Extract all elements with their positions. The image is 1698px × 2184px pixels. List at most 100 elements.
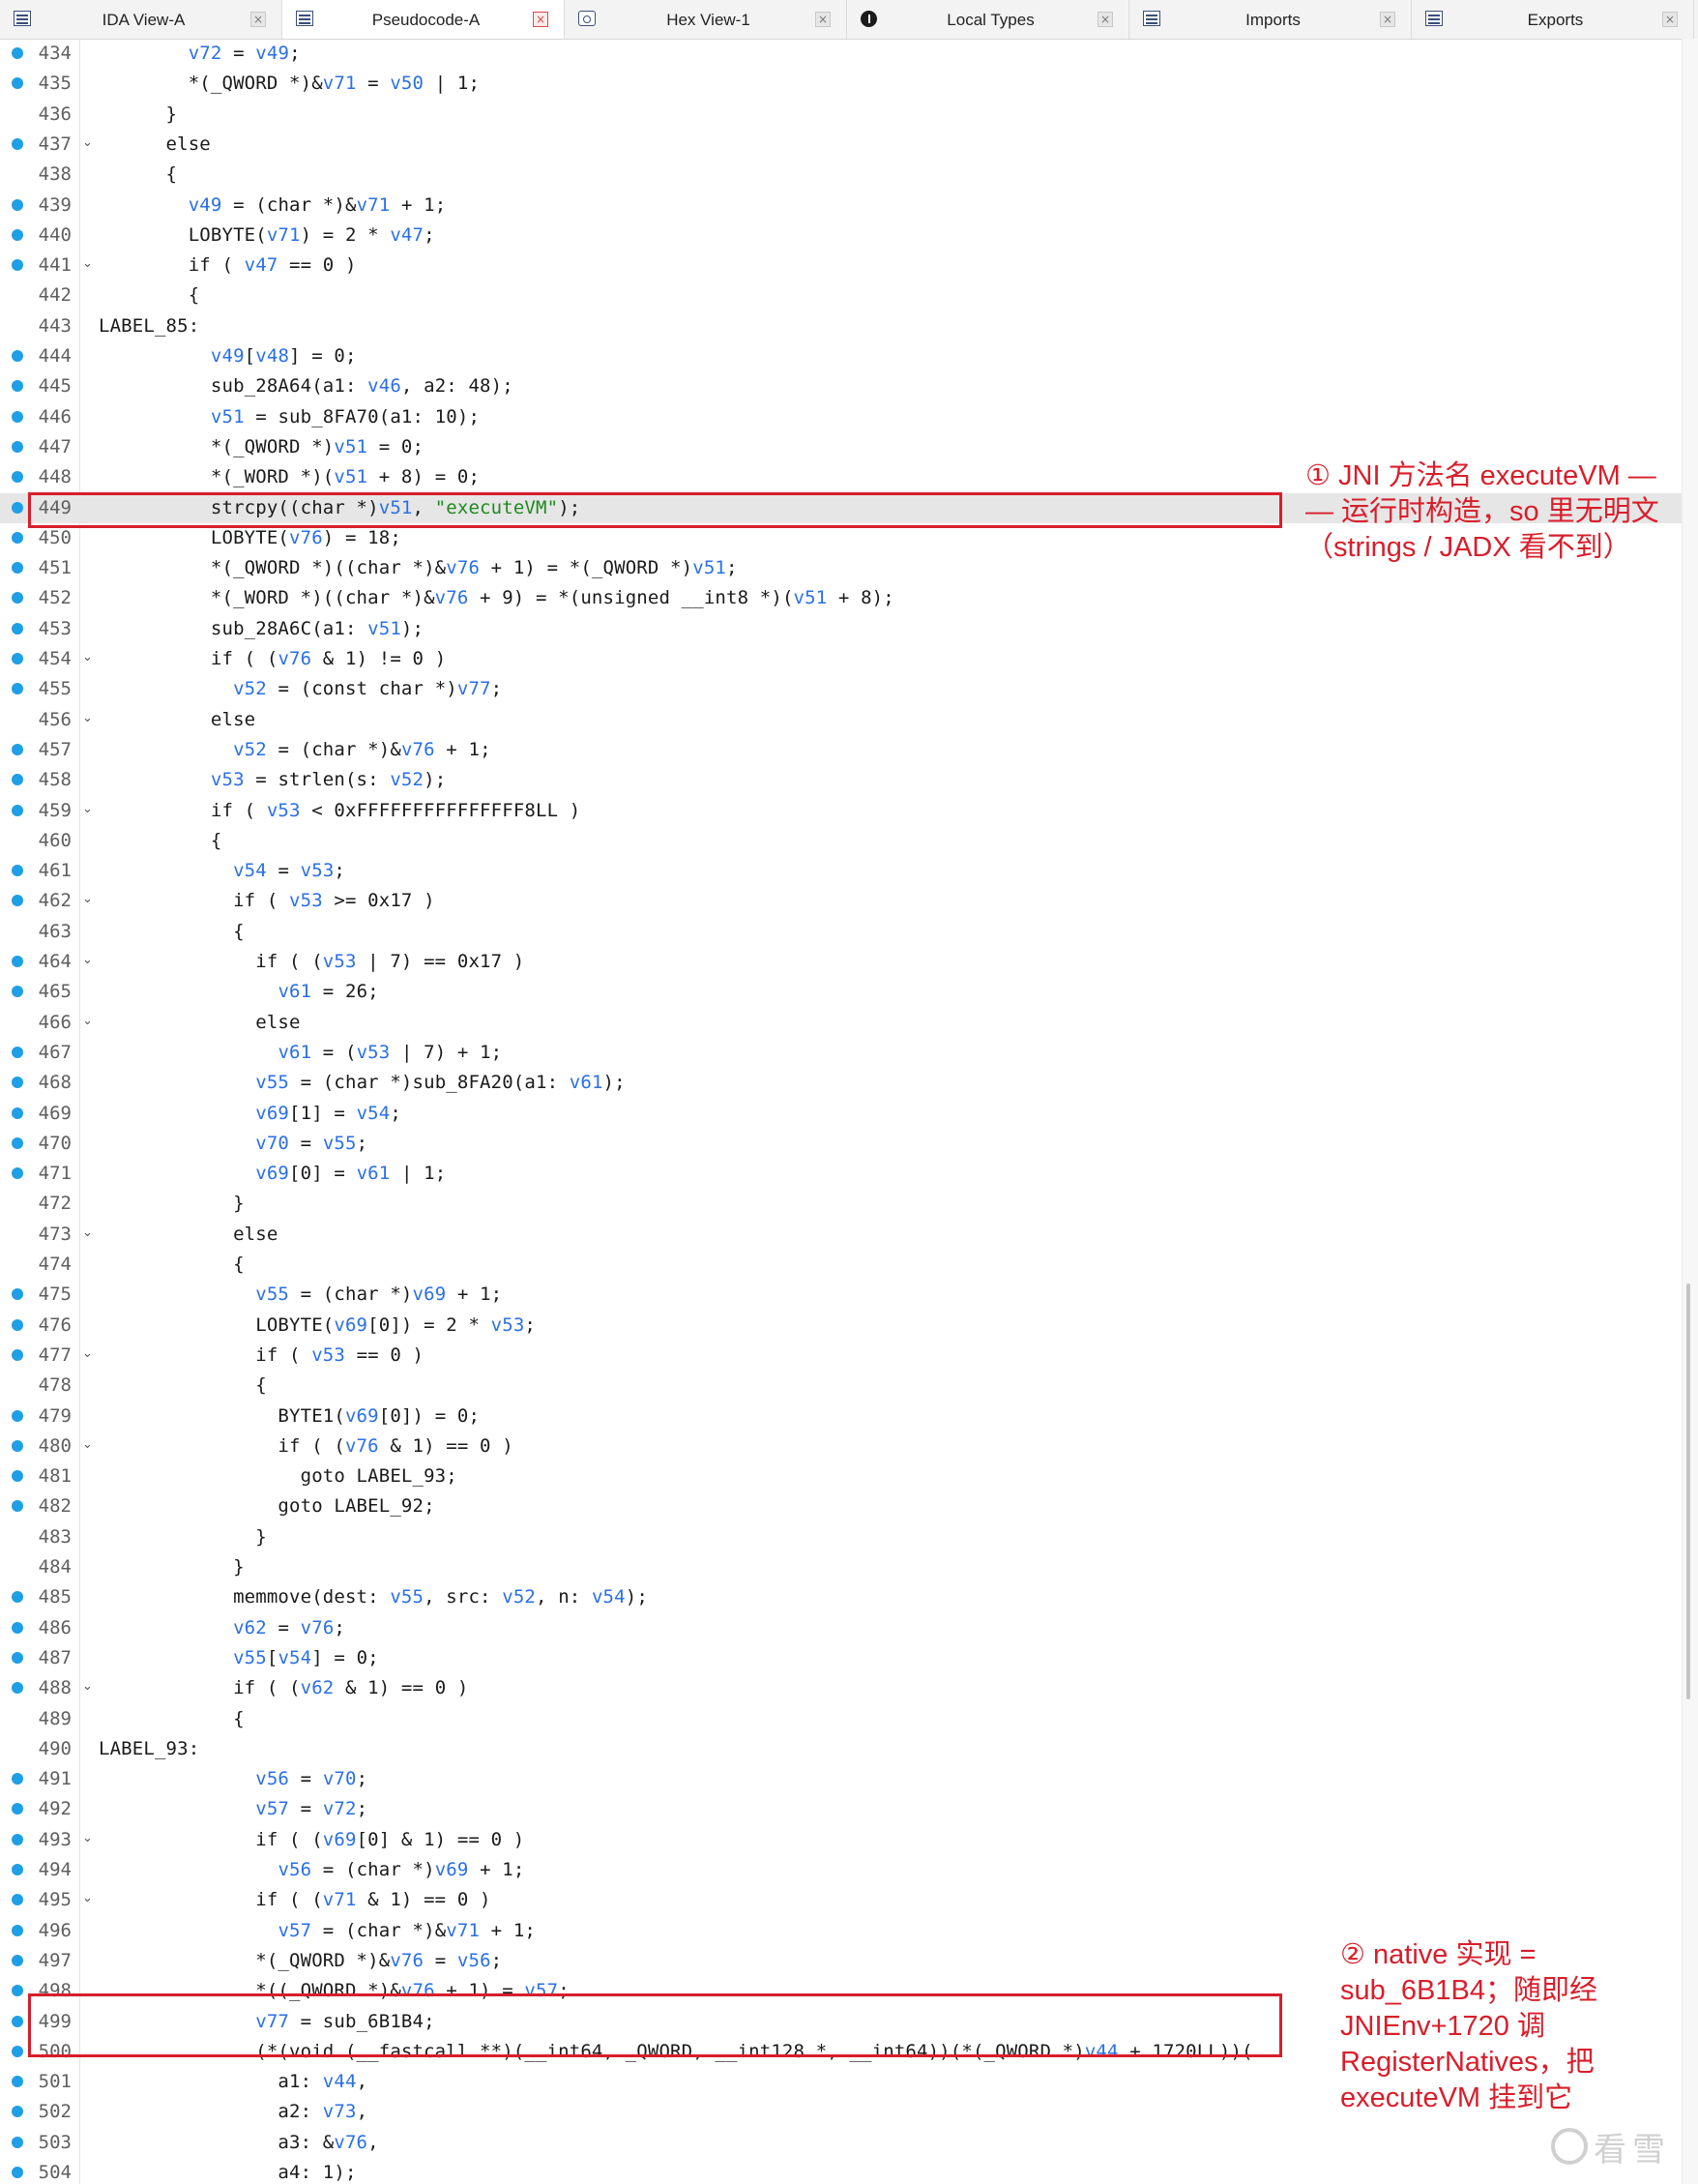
breakpoint-dot-icon[interactable] [12, 653, 23, 664]
breakpoint-dot-icon[interactable] [12, 1621, 23, 1634]
code-line[interactable]: 494 v56 = (char *)v69 + 1; [0, 1855, 1683, 1885]
breakpoint-dot-icon[interactable] [12, 1439, 23, 1452]
tab-ida-view-a[interactable]: IDA View-A × [0, 0, 282, 39]
code-line[interactable]: 460 { [0, 826, 1683, 856]
breakpoint-dot-icon[interactable] [12, 865, 23, 877]
breakpoint-dot-icon[interactable] [12, 47, 23, 59]
code-line[interactable]: 466 ⌄ else [0, 1008, 1683, 1038]
code-line[interactable]: 482 goto LABEL_92; [0, 1491, 1683, 1521]
tab-exports[interactable]: Exports × [1412, 0, 1694, 39]
breakpoint-dot-icon[interactable] [12, 804, 23, 816]
code-line[interactable]: 470 v70 = v55; [0, 1129, 1683, 1159]
fold-chevron-icon[interactable]: ⌄ [82, 1831, 93, 1845]
code-line[interactable]: 468 v55 = (char *)sub_8FA20(a1: v61); [0, 1068, 1683, 1098]
close-icon[interactable]: × [250, 12, 266, 27]
code-line[interactable]: 443 LABEL_85: [0, 311, 1683, 341]
breakpoint-dot-icon[interactable] [12, 1591, 23, 1604]
breakpoint-dot-icon[interactable] [12, 471, 23, 484]
breakpoint-dot-icon[interactable] [12, 137, 23, 150]
breakpoint-dot-icon[interactable] [12, 1894, 23, 1906]
code-line[interactable]: 487 v55[v54] = 0; [0, 1643, 1683, 1673]
code-line[interactable]: 454 ⌄ if ( (v76 & 1) != 0 ) [0, 644, 1683, 674]
breakpoint-dot-icon[interactable] [12, 592, 23, 605]
code-line[interactable]: 479 BYTE1(v69[0]) = 0; [0, 1402, 1683, 1431]
breakpoint-dot-icon[interactable] [12, 1077, 23, 1089]
breakpoint-dot-icon[interactable] [12, 77, 23, 90]
breakpoint-dot-icon[interactable] [12, 774, 23, 786]
code-line[interactable]: 475 v55 = (char *)v69 + 1; [0, 1280, 1683, 1310]
code-line[interactable]: 472 } [0, 1189, 1683, 1219]
code-line[interactable]: 489 { [0, 1704, 1683, 1734]
breakpoint-dot-icon[interactable] [12, 956, 23, 967]
code-line[interactable]: 459 ⌄ if ( v53 < 0xFFFFFFFFFFFFFFF8LL ) [0, 796, 1683, 826]
code-line[interactable]: 471 v69[0] = v61 | 1; [0, 1159, 1683, 1189]
close-icon[interactable]: × [1380, 12, 1395, 27]
code-line[interactable]: 441 ⌄ if ( v47 == 0 ) [0, 251, 1683, 280]
code-line[interactable]: 444 v49[v48] = 0; [0, 341, 1683, 371]
code-line[interactable]: 492 v57 = v72; [0, 1794, 1683, 1824]
code-line[interactable]: 436 } [0, 100, 1683, 130]
breakpoint-dot-icon[interactable] [12, 1985, 23, 1997]
code-line[interactable]: 491 v56 = v70; [0, 1764, 1683, 1794]
code-line[interactable]: 474 { [0, 1250, 1683, 1280]
breakpoint-dot-icon[interactable] [12, 1409, 23, 1422]
fold-chevron-icon[interactable]: ⌄ [82, 1225, 93, 1240]
fold-chevron-icon[interactable]: ⌄ [82, 802, 93, 816]
code-line[interactable]: 446 v51 = sub_8FA70(a1: 10); [0, 402, 1683, 432]
breakpoint-dot-icon[interactable] [12, 259, 23, 272]
code-line[interactable]: 453 sub_28A6C(a1: v51); [0, 614, 1683, 644]
breakpoint-dot-icon[interactable] [12, 1288, 23, 1301]
breakpoint-dot-icon[interactable] [12, 1470, 23, 1483]
code-line[interactable]: 465 v61 = 26; [0, 977, 1683, 1007]
code-line[interactable]: 469 v69[1] = v54; [0, 1099, 1683, 1129]
code-line[interactable]: 440 LOBYTE(v71) = 2 * v47; [0, 221, 1683, 251]
code-line[interactable]: 476 LOBYTE(v69[0]) = 2 * v53; [0, 1311, 1683, 1341]
tab-hex-view-1[interactable]: Hex View-1 × [565, 0, 847, 39]
fold-chevron-icon[interactable]: ⌄ [82, 892, 93, 906]
code-line[interactable]: 464 ⌄ if ( (v53 | 7) == 0x17 ) [0, 947, 1683, 977]
pseudocode-view[interactable]: 434 v72 = v49; 435 *(_QWORD *)&v71 = v50 … [0, 39, 1683, 2184]
code-line[interactable]: 437 ⌄ else [0, 130, 1683, 160]
code-line[interactable]: 463 { [0, 917, 1683, 947]
breakpoint-dot-icon[interactable] [12, 1318, 23, 1331]
breakpoint-dot-icon[interactable] [12, 622, 23, 635]
fold-chevron-icon[interactable]: ⌄ [82, 650, 93, 664]
code-line[interactable]: 442 { [0, 280, 1683, 310]
breakpoint-dot-icon[interactable] [12, 683, 23, 695]
breakpoint-dot-icon[interactable] [12, 1803, 23, 1815]
close-icon[interactable]: × [815, 12, 831, 27]
tab-imports[interactable]: Imports × [1129, 0, 1412, 39]
breakpoint-dot-icon[interactable] [12, 1136, 23, 1149]
code-line[interactable]: 461 v54 = v53; [0, 856, 1683, 886]
fold-chevron-icon[interactable]: ⌄ [82, 1437, 93, 1452]
code-line[interactable]: 484 } [0, 1552, 1683, 1582]
vertical-scrollbar[interactable] [1682, 39, 1698, 2184]
code-line[interactable]: 480 ⌄ if ( (v76 & 1) == 0 ) [0, 1431, 1683, 1461]
fold-chevron-icon[interactable]: ⌄ [82, 135, 93, 150]
code-line[interactable]: 434 v72 = v49; [0, 39, 1683, 69]
breakpoint-dot-icon[interactable] [12, 440, 23, 453]
breakpoint-dot-icon[interactable] [12, 380, 23, 393]
code-line[interactable]: 490 LABEL_93: [0, 1734, 1683, 1764]
close-icon[interactable]: × [1662, 12, 1678, 27]
code-line[interactable]: 439 v49 = (char *)&v71 + 1; [0, 191, 1683, 221]
code-line[interactable]: 455 v52 = (const char *)v77; [0, 674, 1683, 704]
breakpoint-dot-icon[interactable] [12, 198, 23, 211]
breakpoint-dot-icon[interactable] [12, 895, 23, 907]
fold-chevron-icon[interactable]: ⌄ [82, 1346, 93, 1361]
code-line[interactable]: 503 a3: &v76, [0, 2128, 1683, 2158]
code-line[interactable]: 493 ⌄ if ( (v69[0] & 1) == 0 ) [0, 1825, 1683, 1855]
code-line[interactable]: 462 ⌄ if ( v53 >= 0x17 ) [0, 886, 1683, 916]
code-line[interactable]: 486 v62 = v76; [0, 1613, 1683, 1643]
tab-local-types[interactable]: Local Types × [847, 0, 1129, 39]
breakpoint-dot-icon[interactable] [12, 743, 23, 755]
code-line[interactable]: 478 { [0, 1371, 1683, 1401]
code-line[interactable]: 458 v53 = strlen(s: v52); [0, 765, 1683, 795]
close-icon[interactable]: × [1098, 12, 1113, 27]
breakpoint-dot-icon[interactable] [12, 1046, 23, 1058]
breakpoint-dot-icon[interactable] [12, 2076, 23, 2088]
code-line[interactable]: 438 { [0, 160, 1683, 190]
breakpoint-dot-icon[interactable] [12, 1833, 23, 1845]
fold-chevron-icon[interactable]: ⌄ [82, 711, 93, 725]
breakpoint-dot-icon[interactable] [12, 1924, 23, 1936]
